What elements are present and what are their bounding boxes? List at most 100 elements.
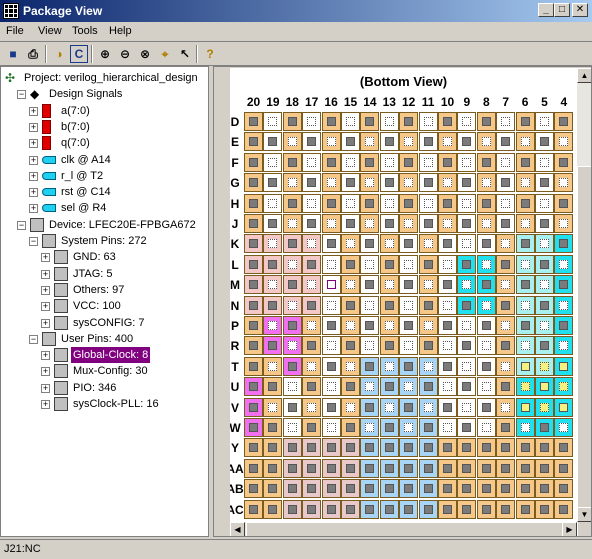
- expand-icon[interactable]: +: [41, 302, 50, 312]
- ball-pad[interactable]: [302, 438, 322, 458]
- ball-pad[interactable]: [535, 316, 554, 335]
- ball-pad[interactable]: [476, 295, 496, 315]
- menu-file[interactable]: File: [6, 25, 24, 37]
- ball-pad[interactable]: [438, 275, 457, 295]
- ball-pad[interactable]: [302, 214, 322, 233]
- ball-pad[interactable]: [341, 152, 360, 172]
- ball-pad[interactable]: [341, 173, 360, 193]
- ball-pad[interactable]: [496, 316, 516, 335]
- ball-pad[interactable]: [379, 173, 399, 193]
- ball-pad[interactable]: [244, 316, 263, 335]
- ball-pad[interactable]: [360, 479, 380, 499]
- ball-pad[interactable]: [321, 173, 341, 193]
- ball-pad[interactable]: [282, 254, 302, 274]
- ball-pad[interactable]: [496, 254, 516, 274]
- ball-pad[interactable]: [535, 152, 554, 172]
- ball-pad[interactable]: [263, 132, 283, 152]
- ball-pad[interactable]: [438, 377, 457, 397]
- ball-pad[interactable]: [341, 132, 360, 152]
- ball-pad[interactable]: [263, 316, 283, 335]
- ball-pad[interactable]: [302, 234, 322, 254]
- ball-pad[interactable]: [476, 173, 496, 193]
- ball-pad[interactable]: [457, 295, 477, 315]
- ball-pad[interactable]: [535, 254, 554, 274]
- ball-pad[interactable]: [535, 418, 554, 437]
- ball-pad[interactable]: [244, 336, 263, 356]
- ball-pad[interactable]: [379, 112, 399, 131]
- ball-pad[interactable]: [535, 458, 554, 478]
- ball-pad[interactable]: [360, 377, 380, 397]
- ball-pad[interactable]: [302, 295, 322, 315]
- ball-pad[interactable]: [263, 336, 283, 356]
- ball-pad[interactable]: [535, 234, 554, 254]
- ball-pad[interactable]: [379, 132, 399, 152]
- ball-pad[interactable]: [379, 254, 399, 274]
- ball-pad[interactable]: [244, 397, 263, 417]
- ball-pad[interactable]: [554, 214, 574, 233]
- ball-pad[interactable]: [244, 275, 263, 295]
- ball-pad[interactable]: [379, 377, 399, 397]
- ball-pad[interactable]: [399, 173, 419, 193]
- ball-pad[interactable]: [321, 112, 341, 131]
- ball-pad[interactable]: [379, 152, 399, 172]
- ball-pad[interactable]: [554, 418, 574, 437]
- ball-pad[interactable]: [263, 458, 283, 478]
- ball-pad[interactable]: [457, 234, 477, 254]
- ball-pad[interactable]: [496, 234, 516, 254]
- ball-pad[interactable]: [399, 132, 419, 152]
- ball-pad[interactable]: [438, 132, 457, 152]
- ball-pad[interactable]: [515, 479, 535, 499]
- ball-pad[interactable]: [535, 479, 554, 499]
- ball-pad[interactable]: [554, 316, 574, 335]
- ball-pad[interactable]: [496, 173, 516, 193]
- ball-pad[interactable]: [360, 173, 380, 193]
- ball-pad[interactable]: [399, 479, 419, 499]
- expand-icon[interactable]: +: [29, 188, 38, 198]
- ball-pad[interactable]: [515, 377, 535, 397]
- ball-pad[interactable]: [244, 499, 263, 519]
- ball-pad[interactable]: [302, 397, 322, 417]
- horizontal-scrollbar[interactable]: ◀ ▶: [230, 522, 577, 536]
- menu-tools[interactable]: Tools: [72, 25, 98, 37]
- ball-pad[interactable]: [515, 132, 535, 152]
- ball-pad[interactable]: [282, 356, 302, 376]
- ball-pad[interactable]: [379, 193, 399, 213]
- ball-pad[interactable]: [282, 418, 302, 437]
- ball-pad[interactable]: [515, 336, 535, 356]
- ball-pad[interactable]: [302, 356, 322, 376]
- expand-icon[interactable]: +: [41, 253, 50, 263]
- ball-pad[interactable]: [321, 499, 341, 519]
- ball-pad[interactable]: [282, 193, 302, 213]
- ball-pad[interactable]: [438, 295, 457, 315]
- ball-pad[interactable]: [379, 214, 399, 233]
- ball-pad[interactable]: [496, 479, 516, 499]
- ball-pad[interactable]: [282, 152, 302, 172]
- ball-pad[interactable]: [554, 173, 574, 193]
- ball-pad[interactable]: [457, 356, 477, 376]
- ball-pad[interactable]: [244, 254, 263, 274]
- ball-pad[interactable]: [476, 193, 496, 213]
- ball-pad[interactable]: [321, 438, 341, 458]
- ball-pad[interactable]: [360, 254, 380, 274]
- ball-pad[interactable]: [476, 377, 496, 397]
- ball-pad[interactable]: [457, 438, 477, 458]
- ball-pad[interactable]: [244, 234, 263, 254]
- collapse-icon[interactable]: −: [17, 90, 26, 100]
- ball-pad[interactable]: [321, 295, 341, 315]
- ball-pad[interactable]: [418, 173, 438, 193]
- ball-pad[interactable]: [379, 458, 399, 478]
- ball-pad[interactable]: [438, 316, 457, 335]
- ball-pad[interactable]: [341, 254, 360, 274]
- ball-pad[interactable]: [244, 458, 263, 478]
- ball-pad[interactable]: [476, 458, 496, 478]
- menu-help[interactable]: Help: [109, 25, 132, 37]
- ball-pad[interactable]: [418, 193, 438, 213]
- ball-pad[interactable]: [282, 499, 302, 519]
- ball-pad[interactable]: [399, 356, 419, 376]
- ball-pad[interactable]: [244, 214, 263, 233]
- ball-pad[interactable]: [360, 418, 380, 437]
- ball-pad[interactable]: [360, 132, 380, 152]
- ball-pad[interactable]: [341, 275, 360, 295]
- ball-pad[interactable]: [321, 479, 341, 499]
- ball-pad[interactable]: [438, 458, 457, 478]
